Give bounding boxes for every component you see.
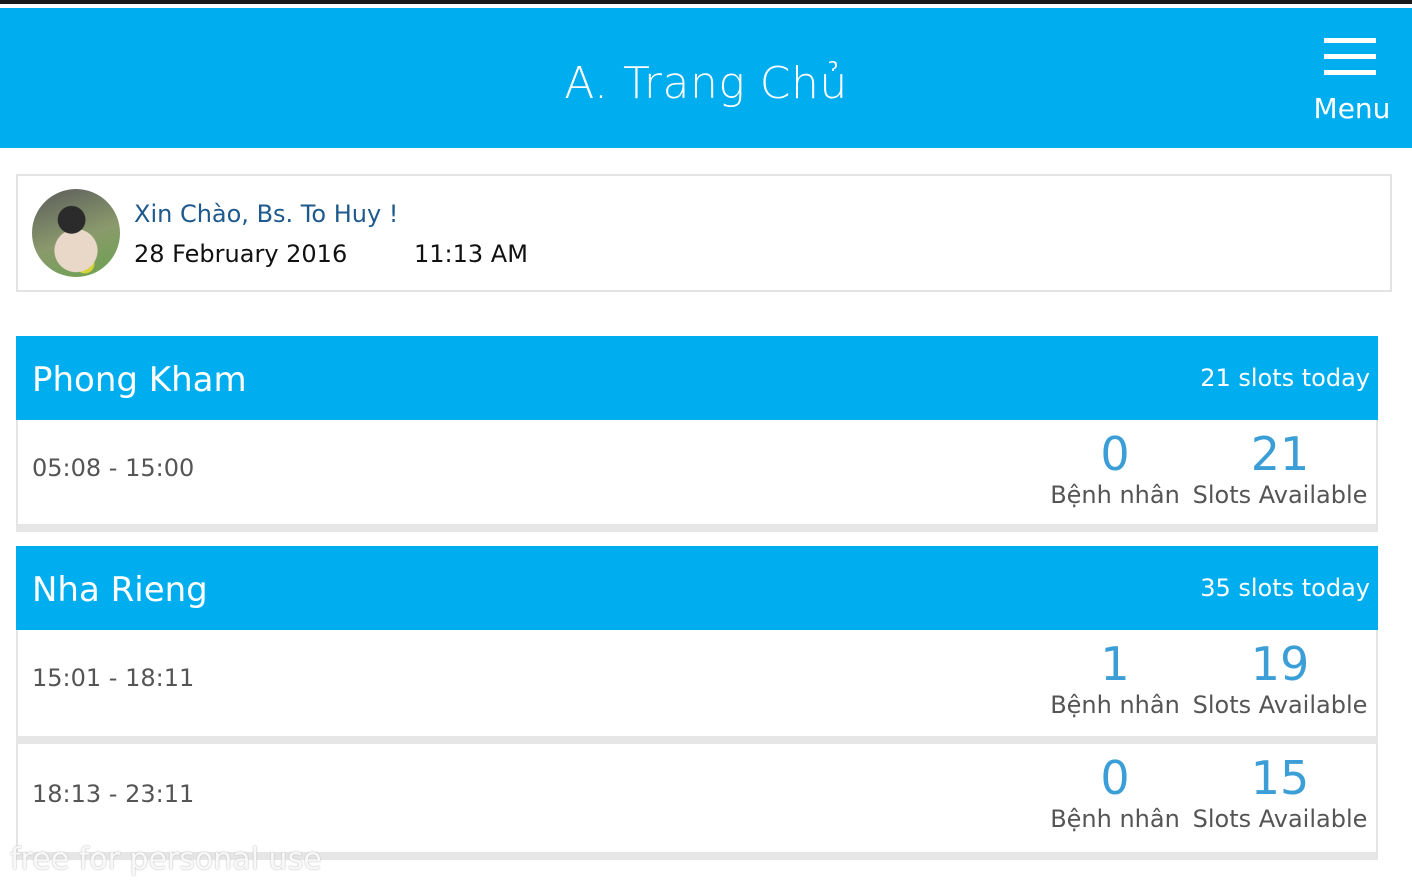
clinic-header-nha-rieng[interactable]: Nha Rieng 35 slots today: [16, 546, 1378, 630]
session-time: 18:13 - 23:11: [32, 780, 195, 808]
session-row[interactable]: 05:08 - 15:00 0 Bệnh nhân 21 Slots Avail…: [16, 420, 1378, 532]
patients-count: 0: [1100, 751, 1130, 805]
patients-stat: 0 Bệnh nhân: [1050, 752, 1180, 834]
patients-label: Bệnh nhân: [1050, 691, 1180, 719]
greeting-date: 28 February 2016: [134, 240, 348, 268]
available-label: Slots Available: [1192, 805, 1368, 833]
hamburger-icon: [1324, 38, 1376, 78]
patients-stat: 1 Bệnh nhân: [1050, 638, 1180, 720]
patients-label: Bệnh nhân: [1050, 481, 1180, 509]
clinic-header-phong-kham[interactable]: Phong Kham 21 slots today: [16, 336, 1378, 420]
available-stat: 15 Slots Available: [1190, 752, 1370, 834]
menu-label: Menu: [1313, 92, 1391, 125]
clinic-slots-today: 35 slots today: [1200, 574, 1370, 602]
patients-count: 1: [1100, 637, 1130, 691]
greeting-name: Xin Chào, Bs. To Huy !: [134, 200, 399, 228]
menu-button[interactable]: Menu: [1312, 30, 1392, 130]
page-title: A. Trang Chủ: [564, 58, 848, 109]
available-label: Slots Available: [1192, 481, 1368, 509]
greeting-time: 11:13 AM: [414, 240, 528, 268]
session-time: 05:08 - 15:00: [32, 454, 195, 482]
clinic-slots-today: 21 slots today: [1200, 364, 1370, 392]
available-count: 15: [1250, 751, 1310, 805]
available-count: 19: [1250, 637, 1310, 691]
available-stat: 19 Slots Available: [1190, 638, 1370, 720]
greeting-card: Xin Chào, Bs. To Huy ! 28 February 2016 …: [16, 174, 1392, 292]
session-row[interactable]: 15:01 - 18:11 1 Bệnh nhân 19 Slots Avail…: [16, 630, 1378, 744]
session-time: 15:01 - 18:11: [32, 664, 195, 692]
available-label: Slots Available: [1192, 691, 1368, 719]
clinic-name: Nha Rieng: [32, 570, 208, 610]
available-stat: 21 Slots Available: [1190, 428, 1370, 510]
available-count: 21: [1250, 427, 1310, 481]
app-bar: A. Trang Chủ Menu: [0, 8, 1412, 148]
watermark: free for personal use: [10, 842, 322, 877]
clinic-name: Phong Kham: [32, 360, 247, 400]
avatar: [32, 189, 120, 277]
patients-label: Bệnh nhân: [1050, 805, 1180, 833]
patients-count: 0: [1100, 427, 1130, 481]
patients-stat: 0 Bệnh nhân: [1050, 428, 1180, 510]
